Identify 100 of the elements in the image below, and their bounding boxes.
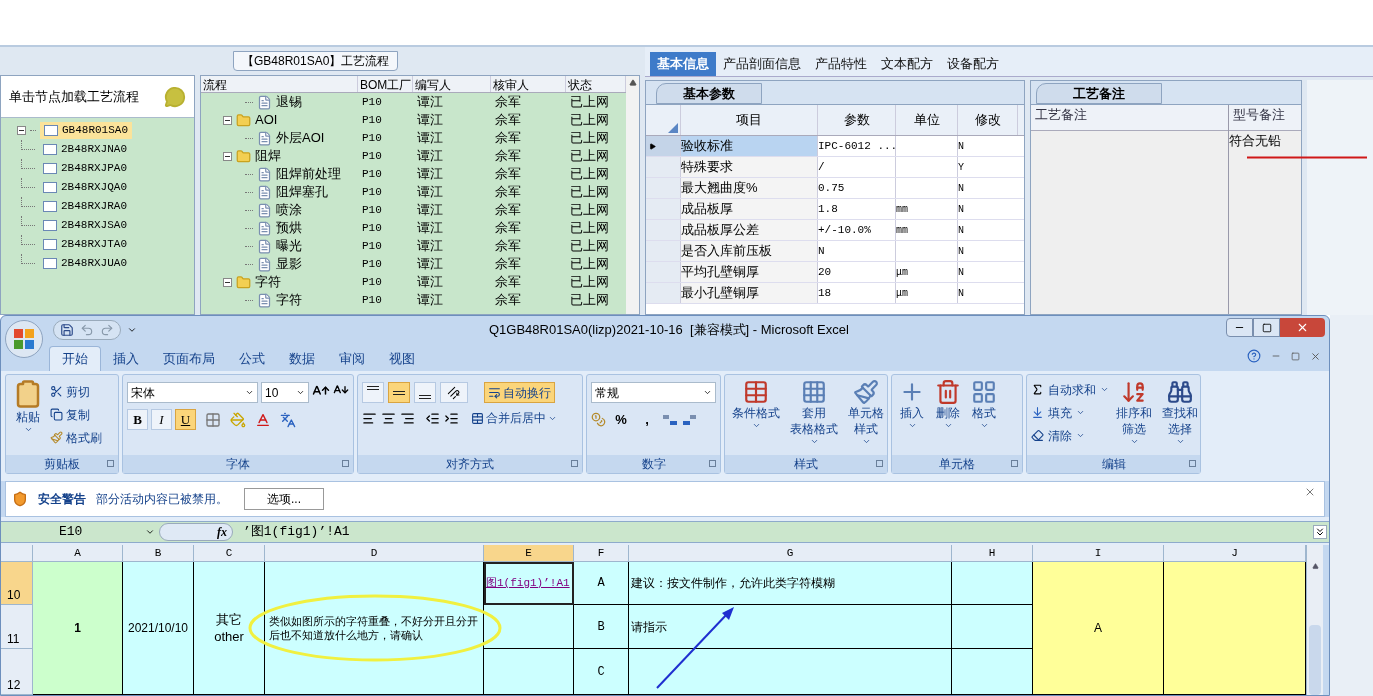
formula-field[interactable]: ’图1(fig1)’!A1: [243, 522, 1313, 542]
dialog-launcher-icon[interactable]: [107, 460, 114, 467]
scrollbar[interactable]: [626, 76, 639, 314]
ribbon-tab[interactable]: 公式: [227, 346, 277, 371]
column-header[interactable]: G: [629, 545, 952, 561]
flow-step-label[interactable]: 曝光: [276, 236, 302, 256]
clipboard-button[interactable]: 复制: [50, 404, 102, 425]
format-button[interactable]: I: [151, 409, 172, 430]
ribbon-button[interactable]: 条件格式: [729, 379, 783, 455]
ribbon-button[interactable]: 粘贴: [10, 379, 46, 455]
ribbon-tab[interactable]: 开始: [49, 346, 101, 371]
row-header[interactable]: [646, 136, 681, 156]
tab[interactable]: 产品剖面信息: [716, 52, 808, 76]
column-header[interactable]: 编写人: [413, 76, 491, 92]
merge-center-button[interactable]: 合并后居中: [471, 409, 557, 427]
column-header[interactable]: 流程: [201, 76, 358, 92]
ribbon-button[interactable]: 单元格 样式: [845, 379, 887, 455]
editing-button[interactable]: 清除: [1031, 425, 1109, 446]
dialog-launcher-icon[interactable]: [709, 460, 716, 467]
clipboard-button[interactable]: 格式刷: [50, 427, 102, 448]
row-header[interactable]: 10: [1, 562, 33, 605]
ribbon-button[interactable]: 排序和 筛选: [1113, 379, 1155, 455]
scrollbar[interactable]: [1306, 545, 1323, 695]
column-header[interactable]: 型号备注: [1229, 105, 1301, 131]
phonetic-icon[interactable]: [280, 411, 296, 428]
ribbon-tab[interactable]: 审阅: [327, 346, 377, 371]
flow-step-label[interactable]: 阻焊塞孔: [276, 182, 328, 202]
column-header[interactable]: 单位: [896, 105, 958, 135]
dialog-launcher-icon[interactable]: [342, 460, 349, 467]
scrollbar-thumb[interactable]: [1309, 625, 1321, 695]
borders-icon[interactable]: [205, 411, 221, 428]
tree-node[interactable]: 2B48RXJRA0: [39, 198, 131, 215]
tree-node[interactable]: 2B48RXJSA0: [39, 217, 131, 234]
column-header[interactable]: 修改: [958, 105, 1018, 135]
dialog-launcher-icon[interactable]: [571, 460, 578, 467]
flow-step-label[interactable]: 退锡: [276, 92, 302, 112]
font-size-field[interactable]: 10: [261, 382, 309, 403]
scroll-up-icon[interactable]: [628, 79, 637, 87]
flow-step-label[interactable]: 外层AOI: [276, 128, 325, 148]
row-header[interactable]: 11: [1, 605, 33, 649]
save-icon[interactable]: [60, 322, 74, 337]
ribbon-button[interactable]: 删除: [932, 379, 964, 455]
panel-title-tab[interactable]: 【GB48R01SA0】工艺流程: [233, 51, 399, 71]
tree-node[interactable]: 2B48RXJTA0: [39, 236, 131, 253]
tree-node[interactable]: 2B48RXJPA0: [39, 160, 131, 177]
minimize-button[interactable]: [1226, 318, 1253, 337]
clipboard-button[interactable]: 剪切: [50, 381, 102, 402]
flow-step-label[interactable]: 预烘: [276, 218, 302, 238]
close-button[interactable]: [1280, 318, 1325, 337]
tree-node[interactable]: 2B48RXJUA0: [39, 255, 131, 272]
format-button[interactable]: B: [127, 409, 148, 430]
cell-link[interactable]: 图1(fig1)’!A1: [486, 574, 570, 592]
tab[interactable]: 文本配方: [874, 52, 940, 76]
align-button[interactable]: [362, 382, 384, 403]
number-style-button[interactable]: %: [610, 409, 632, 430]
font-name-field[interactable]: 宋体: [127, 382, 258, 403]
align-button[interactable]: [388, 382, 410, 403]
flow-step-label[interactable]: 字符: [276, 290, 302, 310]
format-button[interactable]: U: [175, 409, 196, 430]
currency-icon[interactable]: [591, 412, 606, 427]
column-header[interactable]: C: [194, 545, 265, 561]
ribbon-tab[interactable]: 插入: [101, 346, 151, 371]
editing-button[interactable]: 填充: [1031, 402, 1109, 423]
column-header[interactable]: E: [484, 545, 574, 561]
column-header[interactable]: I: [1033, 545, 1164, 561]
dialog-launcher-icon[interactable]: [1189, 460, 1196, 467]
column-header[interactable]: A: [33, 545, 123, 561]
collapse-icon[interactable]: [223, 115, 232, 125]
expand-icon[interactable]: [1313, 525, 1327, 539]
flow-step-label[interactable]: 字符: [255, 272, 281, 292]
panel-tab[interactable]: 工艺备注: [1036, 83, 1162, 104]
column-header[interactable]: 参数: [818, 105, 896, 135]
flow-step-label[interactable]: 阻焊前处理: [276, 164, 341, 184]
align-button[interactable]: [414, 382, 436, 403]
align-right-icon[interactable]: [400, 410, 415, 426]
column-header[interactable]: 项目: [681, 105, 818, 135]
tree-node[interactable]: GB48R01SA0: [40, 122, 132, 139]
flow-step-label[interactable]: 显影: [276, 254, 302, 274]
collapse-icon[interactable]: [223, 277, 232, 287]
font-color-icon[interactable]: [255, 411, 271, 428]
ribbon-tab[interactable]: 视图: [377, 346, 427, 371]
flow-step-label[interactable]: AOI: [255, 110, 278, 130]
dialog-launcher-icon[interactable]: [1011, 460, 1018, 467]
dialog-launcher-icon[interactable]: [876, 460, 883, 467]
fill-color-icon[interactable]: [230, 411, 246, 428]
collapse-icon[interactable]: [17, 126, 26, 135]
close-icon[interactable]: [1304, 486, 1316, 498]
insert-function-button[interactable]: fx: [217, 523, 227, 541]
align-left-icon[interactable]: [362, 410, 377, 426]
ribbon-tab[interactable]: 数据: [277, 346, 327, 371]
flow-step-label[interactable]: 阻焊: [255, 146, 281, 166]
tab[interactable]: 产品特性: [808, 52, 874, 76]
column-header[interactable]: 核审人: [491, 76, 566, 92]
increase-indent-icon[interactable]: [444, 410, 459, 426]
wrap-text-button[interactable]: 自动换行: [484, 382, 555, 403]
number-style-button[interactable]: ,: [636, 409, 658, 430]
editing-button[interactable]: 自动求和: [1031, 379, 1109, 400]
column-header[interactable]: 工艺备注: [1031, 105, 1228, 131]
column-header[interactable]: H: [952, 545, 1033, 561]
restore-icon[interactable]: [1291, 351, 1300, 361]
